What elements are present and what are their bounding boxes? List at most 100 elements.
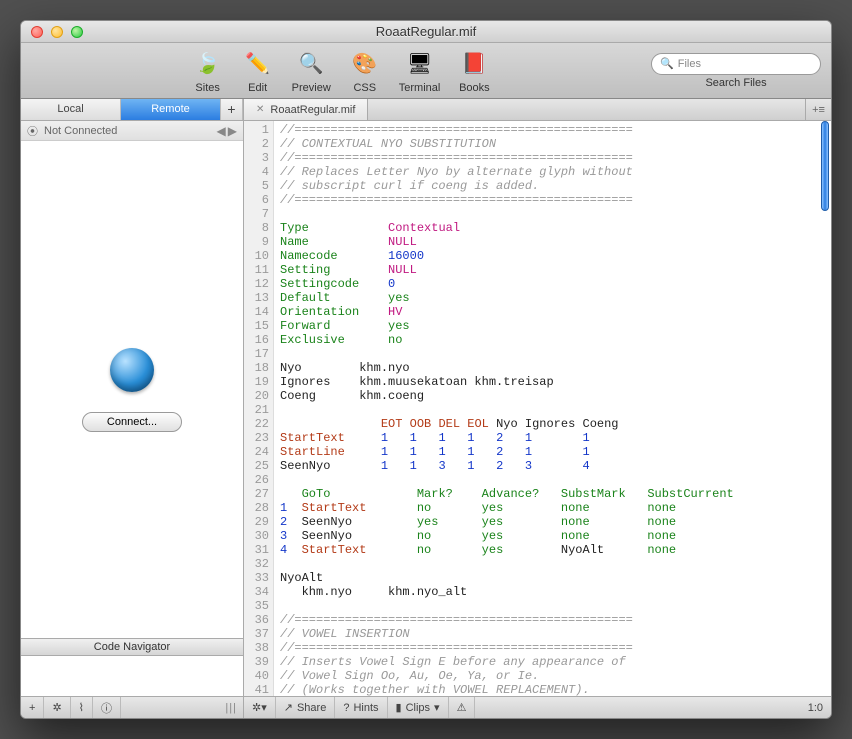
line-number: 27	[244, 487, 269, 501]
code-line[interactable]: SeenNyo 1 1 3 1 2 3 4	[280, 459, 825, 473]
gear-icon[interactable]: ✲	[44, 697, 70, 718]
nav-back-icon[interactable]: ◀	[217, 124, 226, 138]
code-line[interactable]: 1 StartText no yes none none	[280, 501, 825, 515]
connection-status-text: Not Connected	[44, 125, 117, 137]
code-line[interactable]: Nyo khm.nyo	[280, 361, 825, 375]
code-line[interactable]: GoTo Mark? Advance? SubstMark SubstCurre…	[280, 487, 825, 501]
code-line[interactable]: 3 SeenNyo no yes none none	[280, 529, 825, 543]
code-navigator	[21, 656, 243, 696]
preview-button[interactable]: 🔍 Preview	[286, 46, 337, 96]
code-line[interactable]: Settingcode 0	[280, 277, 825, 291]
code-editor[interactable]: //======================================…	[274, 121, 831, 696]
connect-button[interactable]: Connect...	[82, 412, 182, 432]
minimize-icon[interactable]	[51, 26, 63, 38]
code-line[interactable]: // Inserts Vowel Sign E before any appea…	[280, 655, 825, 669]
toolbar: 🍃 Sites ✏️ Edit 🔍 Preview 🎨 CSS 🖥 Termin…	[21, 43, 831, 99]
line-number: 3	[244, 151, 269, 165]
code-line[interactable]: //======================================…	[280, 151, 825, 165]
code-line[interactable]: //======================================…	[280, 123, 825, 137]
line-number: 37	[244, 627, 269, 641]
code-line[interactable]: // CONTEXTUAL NYO SUBSTITUTION	[280, 137, 825, 151]
editor-corner-button[interactable]: +≡	[805, 99, 831, 120]
code-line[interactable]: //======================================…	[280, 641, 825, 655]
line-number: 33	[244, 571, 269, 585]
line-number: 5	[244, 179, 269, 193]
sidebar-tabs: Local Remote +	[21, 99, 243, 121]
line-number: 34	[244, 585, 269, 599]
code-line[interactable]: //======================================…	[280, 613, 825, 627]
code-line[interactable]: //======================================…	[280, 193, 825, 207]
code-line[interactable]: // Vowel Sign Oo, Au, Oe, Ya, or Ie.	[280, 669, 825, 683]
add-button[interactable]: +	[21, 697, 44, 718]
close-icon[interactable]	[31, 26, 43, 38]
clips-button[interactable]: ▮Clips▾	[388, 697, 449, 718]
code-line[interactable]: Name NULL	[280, 235, 825, 249]
code-line[interactable]: // (Works together with VOWEL REPLACEMEN…	[280, 683, 825, 696]
info-icon[interactable]: ⓘ	[93, 697, 121, 718]
globe-icon	[110, 348, 154, 392]
share-button[interactable]: ↗Share	[276, 697, 336, 718]
code-line[interactable]: EOT OOB DEL EOL Nyo Ignores Coeng	[280, 417, 825, 431]
code-line[interactable]: Setting NULL	[280, 263, 825, 277]
code-line[interactable]: Namecode 16000	[280, 249, 825, 263]
line-number: 14	[244, 305, 269, 319]
sidebar-grip-icon[interactable]: |||	[225, 702, 243, 714]
code-line[interactable]: Forward yes	[280, 319, 825, 333]
line-number: 9	[244, 235, 269, 249]
zoom-icon[interactable]	[71, 26, 83, 38]
code-line[interactable]: // Replaces Letter Nyo by alternate glyp…	[280, 165, 825, 179]
nav-forward-icon[interactable]: ▶	[228, 124, 237, 138]
code-line[interactable]: Default yes	[280, 291, 825, 305]
warning-icon[interactable]: ⚠	[449, 697, 476, 718]
code-line[interactable]	[280, 473, 825, 487]
terminal-button[interactable]: 🖥 Terminal	[393, 46, 447, 96]
code-line[interactable]: StartLine 1 1 1 1 2 1 1	[280, 445, 825, 459]
code-line[interactable]	[280, 557, 825, 571]
editor-tabs: ✕ RoaatRegular.mif +≡	[244, 99, 831, 121]
code-line[interactable]: 2 SeenNyo yes yes none none	[280, 515, 825, 529]
line-number: 11	[244, 263, 269, 277]
code-line[interactable]: NyoAlt	[280, 571, 825, 585]
editor-tab[interactable]: ✕ RoaatRegular.mif	[244, 99, 368, 120]
sidebar: Local Remote + ⦿ Not Connected ◀ ▶ Conne…	[21, 99, 244, 696]
edit-button[interactable]: ✏️ Edit	[236, 46, 280, 96]
line-number: 35	[244, 599, 269, 613]
nav-arrows: ◀ ▶	[217, 124, 237, 138]
hints-button[interactable]: ?Hints	[335, 697, 387, 718]
css-button[interactable]: 🎨 CSS	[343, 46, 387, 96]
code-line[interactable]: Exclusive no	[280, 333, 825, 347]
code-line[interactable]	[280, 599, 825, 613]
code-line[interactable]: // VOWEL INSERTION	[280, 627, 825, 641]
signal-icon[interactable]: ⌇	[71, 697, 93, 718]
search-wrap: 🔍 Files Search Files	[651, 53, 821, 89]
code-line[interactable]: // subscript curl if coeng is added.	[280, 179, 825, 193]
search-input[interactable]: 🔍 Files	[651, 53, 821, 75]
line-number: 12	[244, 277, 269, 291]
scrollbar-thumb[interactable]	[821, 121, 829, 211]
tab-add[interactable]: +	[221, 99, 243, 120]
close-tab-icon[interactable]: ✕	[256, 104, 264, 115]
books-button[interactable]: 📕 Books	[452, 46, 496, 96]
tab-local[interactable]: Local	[21, 99, 121, 120]
code-navigator-header[interactable]: Code Navigator	[21, 638, 243, 656]
code-line[interactable]	[280, 207, 825, 221]
code-line[interactable]: Orientation HV	[280, 305, 825, 319]
code-line[interactable]: Coeng khm.coeng	[280, 389, 825, 403]
code-line[interactable]	[280, 403, 825, 417]
code-line[interactable]: 4 StartText no yes NyoAlt none	[280, 543, 825, 557]
sites-button[interactable]: 🍃 Sites	[186, 46, 230, 96]
code-line[interactable]: khm.nyo khm.nyo_alt	[280, 585, 825, 599]
code-line[interactable]: StartText 1 1 1 1 2 1 1	[280, 431, 825, 445]
line-number: 30	[244, 529, 269, 543]
line-number: 26	[244, 473, 269, 487]
code-line[interactable]: Type Contextual	[280, 221, 825, 235]
code-line[interactable]: Ignores khm.muusekatoan khm.treisap	[280, 375, 825, 389]
editor-gear-icon[interactable]: ✲▾	[244, 697, 276, 718]
line-number: 25	[244, 459, 269, 473]
line-number: 1	[244, 123, 269, 137]
line-number: 13	[244, 291, 269, 305]
code-line[interactable]	[280, 347, 825, 361]
tab-remote[interactable]: Remote	[121, 99, 221, 120]
hints-icon: ?	[343, 702, 349, 714]
toolbar-group: 🍃 Sites ✏️ Edit 🔍 Preview 🎨 CSS 🖥 Termin…	[186, 46, 497, 96]
